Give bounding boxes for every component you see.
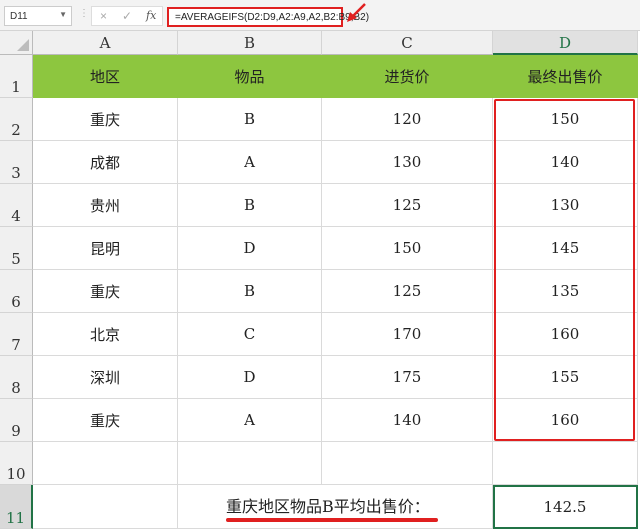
table-cell[interactable]: 重庆 (33, 270, 178, 313)
row-header-1[interactable]: 1 (0, 55, 33, 98)
table-cell[interactable]: C (178, 313, 322, 356)
column-header-b[interactable]: B (178, 31, 322, 55)
underline-annotation (226, 518, 438, 522)
row-header-10[interactable]: 10 (0, 442, 33, 485)
table-cell[interactable]: D (178, 227, 322, 270)
row-header-11[interactable]: 11 (0, 485, 33, 529)
table-cell[interactable]: 120 (322, 98, 493, 141)
table-cell[interactable]: 深圳 (33, 356, 178, 399)
name-box[interactable]: D11 ▼ (4, 6, 72, 26)
column-header-a[interactable]: A (33, 31, 178, 55)
table-cell[interactable]: 150 (322, 227, 493, 270)
table-cell[interactable]: B (178, 270, 322, 313)
table-cell[interactable]: 贵州 (33, 184, 178, 227)
row-header-2[interactable]: 2 (0, 98, 33, 141)
table-cell[interactable]: 140 (322, 399, 493, 442)
empty-cell[interactable] (33, 442, 178, 485)
row-header-4[interactable]: 4 (0, 184, 33, 227)
header-cell[interactable]: 最终出售价 (493, 55, 638, 98)
table-cell[interactable]: 125 (322, 184, 493, 227)
empty-cell[interactable] (33, 485, 178, 529)
table-cell[interactable]: B (178, 98, 322, 141)
enter-icon[interactable]: ✓ (122, 9, 132, 23)
header-cell[interactable]: 物品 (178, 55, 322, 98)
table-cell[interactable]: 北京 (33, 313, 178, 356)
formula-bar: D11 ▼ ⋮ × ✓ fx =AVERAGEIFS(D2:D9,A2:A9,A2… (0, 0, 640, 31)
row-header-8[interactable]: 8 (0, 356, 33, 399)
select-all-corner[interactable] (0, 31, 33, 55)
table-cell[interactable]: 125 (322, 270, 493, 313)
row-header-5[interactable]: 5 (0, 227, 33, 270)
column-header-d[interactable]: D (493, 31, 638, 55)
summary-label: 重庆地区物品B平均出售价： (226, 497, 430, 516)
column-header-c[interactable]: C (322, 31, 493, 55)
drag-handle-icon[interactable]: ⋮ (79, 8, 89, 19)
table-cell[interactable]: 重庆 (33, 399, 178, 442)
table-cell[interactable]: 成都 (33, 141, 178, 184)
row-header-6[interactable]: 6 (0, 270, 33, 313)
table-cell[interactable]: 重庆 (33, 98, 178, 141)
table-cell[interactable]: 170 (322, 313, 493, 356)
formula-input[interactable]: =AVERAGEIFS(D2:D9,A2:A9,A2,B2:B9,B2) (167, 7, 369, 27)
highlight-box (494, 99, 635, 441)
table-cell[interactable]: 175 (322, 356, 493, 399)
table-cell[interactable]: 130 (322, 141, 493, 184)
empty-cell[interactable] (322, 442, 493, 485)
row-header-3[interactable]: 3 (0, 141, 33, 184)
formula-buttons: × ✓ fx (91, 6, 163, 26)
cancel-icon[interactable]: × (100, 9, 107, 23)
table-cell[interactable]: A (178, 141, 322, 184)
table-cell[interactable]: B (178, 184, 322, 227)
table-cell[interactable]: A (178, 399, 322, 442)
header-cell[interactable]: 地区 (33, 55, 178, 98)
name-box-value: D11 (10, 11, 28, 22)
table-cell[interactable]: D (178, 356, 322, 399)
row-header-7[interactable]: 7 (0, 313, 33, 356)
chevron-down-icon[interactable]: ▼ (59, 10, 67, 19)
row-header-9[interactable]: 9 (0, 399, 33, 442)
arrow-annotation-icon (347, 3, 366, 22)
table-cell[interactable]: 昆明 (33, 227, 178, 270)
selected-cell-border (493, 485, 638, 529)
empty-cell[interactable] (178, 442, 322, 485)
header-cell[interactable]: 进货价 (322, 55, 493, 98)
empty-cell[interactable] (493, 442, 638, 485)
fx-icon[interactable]: fx (146, 9, 156, 22)
